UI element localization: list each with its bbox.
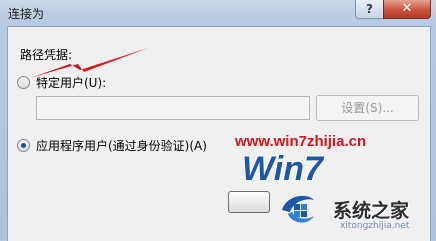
application-user-label[interactable]: 应用程序用户(通过身份验证)(A) bbox=[36, 137, 207, 154]
watermark-win7: Win7 bbox=[242, 150, 323, 188]
specific-user-radio[interactable] bbox=[17, 76, 30, 89]
application-user-radio[interactable] bbox=[17, 139, 30, 152]
username-input[interactable] bbox=[36, 96, 310, 120]
path-credentials-label: 路径凭据: bbox=[20, 48, 73, 62]
help-button[interactable]: ? bbox=[355, 0, 384, 19]
close-button[interactable]: ✕ bbox=[383, 0, 431, 19]
watermark-url: www.win7zhijia.cn bbox=[235, 133, 367, 150]
window-frame: 连接为 ? ✕ 路径凭据: 特定用户(U): 设置(S)... 应用程序用户(通… bbox=[0, 0, 436, 241]
watermark-domain: xitongzhijia.net bbox=[340, 221, 410, 231]
title-bar[interactable]: 连接为 ? ✕ bbox=[0, 0, 436, 26]
watermark-site-name: 系统之家 bbox=[333, 200, 410, 222]
ok-button[interactable] bbox=[228, 191, 270, 213]
site-logo-icon bbox=[282, 195, 314, 223]
settings-button[interactable]: 设置(S)... bbox=[316, 95, 419, 121]
specific-user-label[interactable]: 特定用户(U): bbox=[36, 74, 106, 91]
window-title: 连接为 bbox=[8, 7, 45, 21]
